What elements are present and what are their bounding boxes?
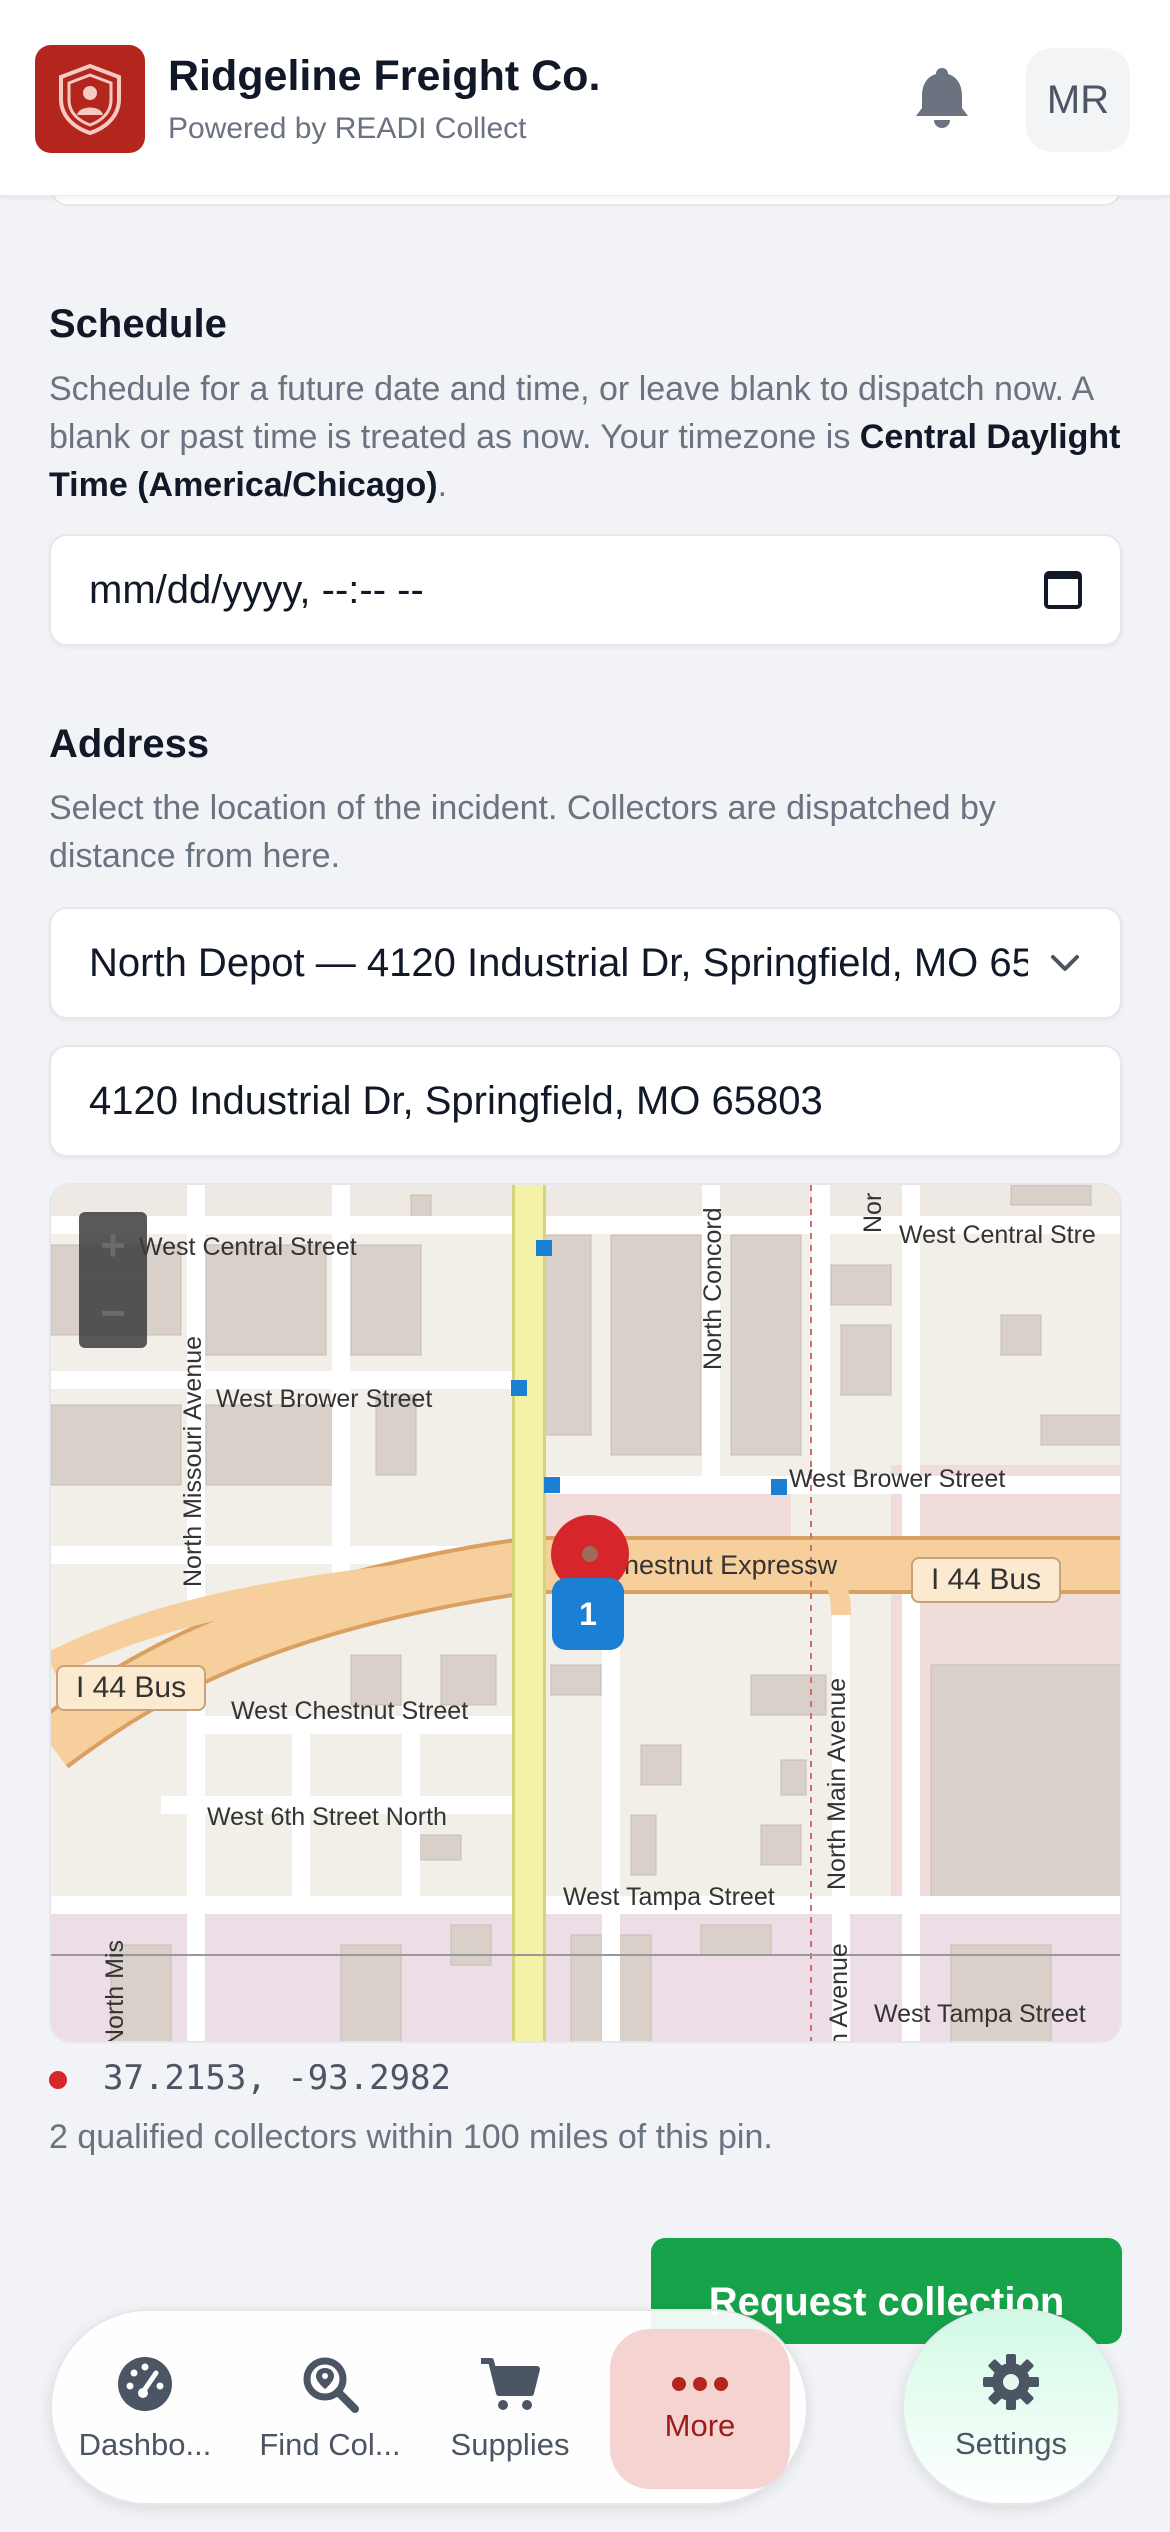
- zoom-out-button[interactable]: −: [79, 1280, 147, 1348]
- notifications-button[interactable]: [912, 64, 972, 128]
- map-label: West Brower Street: [789, 1465, 1006, 1493]
- map-label: West Tampa Street: [563, 1883, 775, 1911]
- nav-find-collectors[interactable]: Find Col...: [240, 2329, 420, 2489]
- map-label: Nor: [859, 1192, 887, 1233]
- map-label: West Brower Street: [216, 1385, 433, 1413]
- calendar-icon[interactable]: [1044, 571, 1082, 609]
- cart-icon: [481, 2358, 540, 2410]
- user-avatar[interactable]: MR: [1026, 48, 1130, 152]
- collector-cluster-marker[interactable]: 1: [552, 1578, 624, 1650]
- nav-supplies-label: Supplies: [450, 2427, 570, 2462]
- nav-settings-label: Settings: [954, 2426, 1067, 2461]
- nav-settings[interactable]: Settings: [902, 2309, 1120, 2505]
- nav-find-label: Find Col...: [259, 2427, 401, 2462]
- map-label: North Mis: [101, 1940, 129, 2043]
- address-description: Select the location of the incident. Col…: [49, 789, 996, 875]
- bell-icon: [916, 68, 968, 128]
- location-selected-value: North Depot — 4120 Industrial Dr, Spring…: [89, 940, 1028, 985]
- pin-icon: [49, 2071, 67, 2089]
- street-address-input[interactable]: 4120 Industrial Dr, Springfield, MO 6580…: [49, 1045, 1122, 1157]
- datetime-value: mm/dd/yyyy, --:-- --: [89, 567, 424, 612]
- map-label: North Main Avenue: [823, 1677, 851, 1890]
- gear-icon: [983, 2354, 1039, 2410]
- schedule-title: Schedule: [49, 302, 227, 346]
- more-dots-icon: [672, 2377, 728, 2391]
- brand-logo: [35, 45, 145, 153]
- zoom-in-button[interactable]: +: [79, 1212, 147, 1280]
- highway-shield: I 44 Bus: [56, 1665, 207, 1711]
- location-map[interactable]: + − West Central Street West Central Str…: [49, 1183, 1122, 2043]
- shield-logo-icon: [59, 63, 121, 135]
- coordinates-value: 37.2153, -93.2982: [103, 2058, 451, 2098]
- map-label: n Avenue: [825, 1943, 853, 2043]
- map-label: North Missouri Avenue: [179, 1335, 207, 1587]
- company-subtitle: Powered by READI Collect: [168, 112, 527, 145]
- schedule-datetime-input[interactable]: mm/dd/yyyy, --:-- --: [49, 534, 1122, 646]
- gauge-icon: [118, 2357, 172, 2411]
- schedule-description: Schedule for a future date and time, or …: [49, 365, 1129, 509]
- app-header: Ridgeline Freight Co. Powered by READI C…: [0, 0, 1170, 196]
- street-address-value: 4120 Industrial Dr, Springfield, MO 6580…: [89, 1078, 823, 1123]
- map-label: West Central Stre: [899, 1221, 1096, 1249]
- search-location-icon: [303, 2357, 359, 2413]
- schedule-desc-suffix: .: [437, 466, 448, 504]
- address-title: Address: [49, 722, 210, 766]
- pin-coordinates: 37.2153, -93.2982: [49, 2058, 451, 2098]
- qualified-collectors-text: 2 qualified collectors within 100 miles …: [49, 2118, 773, 2156]
- chevron-down-icon: [1051, 955, 1079, 971]
- company-name: Ridgeline Freight Co.: [168, 52, 601, 100]
- nav-dashboard-label: Dashbo...: [78, 2427, 212, 2462]
- highway-shield: I 44 Bus: [911, 1557, 1062, 1603]
- nav-more-label: More: [664, 2408, 736, 2443]
- location-select[interactable]: North Depot — 4120 Industrial Dr, Spring…: [49, 907, 1122, 1019]
- map-label: West Chestnut Street: [231, 1697, 469, 1725]
- map-label: West Central Street: [139, 1233, 357, 1261]
- nav-supplies[interactable]: Supplies: [420, 2329, 600, 2489]
- map-zoom-controls: + −: [79, 1212, 147, 1348]
- nav-dashboard[interactable]: Dashbo...: [55, 2329, 235, 2489]
- map-label: North Concord: [699, 1207, 727, 1370]
- map-label: West Tampa Street: [874, 2000, 1086, 2028]
- bottom-nav: Dashbo... Find Col... Supplies More: [50, 2309, 808, 2505]
- nav-more[interactable]: More: [610, 2329, 790, 2489]
- map-label: West 6th Street North: [207, 1803, 447, 1831]
